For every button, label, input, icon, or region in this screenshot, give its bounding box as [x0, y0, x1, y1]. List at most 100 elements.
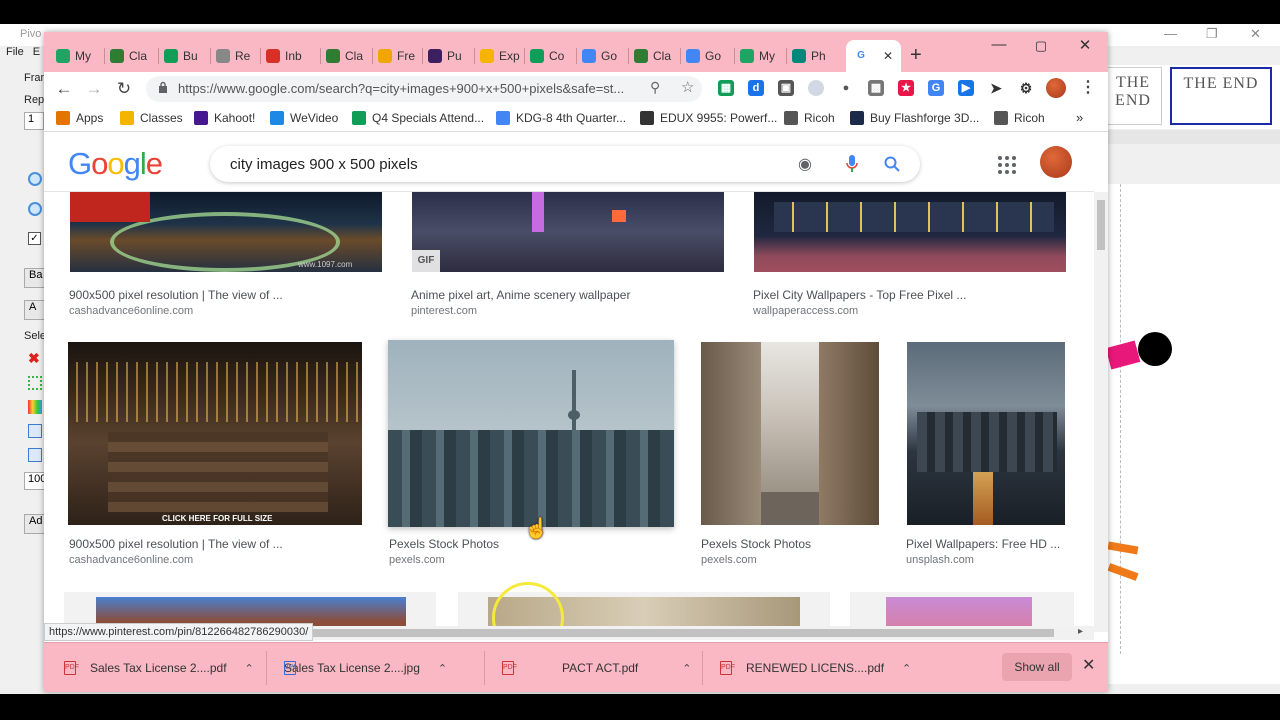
zoom-field[interactable]: 100 — [24, 472, 46, 490]
minimize-icon[interactable]: — — [1164, 26, 1177, 41]
tab[interactable]: Cla — [326, 44, 363, 68]
zoom-extension-icon[interactable]: ▶ — [958, 80, 974, 96]
bookmark-item[interactable]: Buy Flashforge 3D... — [850, 111, 979, 125]
minimize-icon[interactable]: — — [984, 36, 1014, 53]
result-source[interactable]: wallpaperaccess.com — [753, 305, 858, 317]
result-image-hovered[interactable] — [388, 340, 674, 527]
result-caption[interactable]: Pexels Stock Photos — [701, 537, 811, 551]
show-all-button[interactable]: Show all — [1002, 653, 1072, 681]
search-box[interactable]: city images 900 x 500 pixels ◉ — [210, 146, 920, 182]
bookmark-star-icon[interactable]: ☆ — [681, 78, 694, 96]
result-source[interactable]: pexels.com — [701, 554, 757, 566]
bookmark-item[interactable]: Q4 Specials Attend... — [352, 111, 484, 125]
bookmark-item[interactable]: Apps — [56, 111, 103, 125]
bookmark-item[interactable]: Classes — [120, 111, 183, 125]
search-icon[interactable] — [884, 156, 900, 172]
bookmark-item[interactable]: Kahoot! — [194, 111, 255, 125]
tab[interactable]: Re — [216, 44, 250, 68]
tab[interactable]: Ph — [792, 44, 826, 68]
result-source[interactable]: pinterest.com — [411, 305, 477, 317]
tab[interactable]: Cla — [110, 44, 147, 68]
search-icon[interactable]: ⚲ — [650, 79, 660, 96]
stick-figure-body[interactable] — [1105, 340, 1141, 370]
result-image[interactable] — [754, 192, 1066, 272]
frame-scrollbar[interactable] — [1108, 130, 1280, 144]
vertical-scrollbar[interactable] — [1094, 192, 1108, 632]
result-source[interactable]: unsplash.com — [906, 554, 974, 566]
color-icon[interactable] — [28, 400, 42, 414]
tab[interactable]: Exp — [480, 44, 520, 68]
bookmark-item[interactable]: KDG-8 4th Quarter... — [496, 111, 626, 125]
tab[interactable]: Pu — [428, 44, 462, 68]
close-window-icon[interactable]: ✕ — [1070, 36, 1100, 54]
close-downloads-icon[interactable]: ✕ — [1082, 655, 1095, 675]
chevron-up-icon[interactable]: ⌃ — [245, 662, 254, 675]
microphone-extension-icon[interactable]: ● — [838, 80, 854, 96]
result-caption[interactable]: Pexels Stock Photos — [389, 537, 499, 551]
stick-figure-head[interactable] — [1138, 332, 1172, 366]
menu-kebab-icon[interactable]: ⋮ — [1080, 80, 1096, 96]
bookmark-item[interactable]: Ricoh — [994, 111, 1045, 125]
tab[interactable]: Fre — [378, 44, 415, 68]
menu-file[interactable]: File — [6, 46, 24, 58]
screenshot-extension-icon[interactable]: ▣ — [778, 80, 794, 96]
bookmark-item[interactable]: EDUX 9955: Powerf... — [640, 111, 777, 125]
copy-icon[interactable] — [28, 424, 42, 438]
maximize-icon[interactable]: ▢ — [1026, 38, 1056, 54]
close-icon[interactable]: ✕ — [1250, 26, 1261, 42]
result-caption[interactable]: 900x500 pixel resolution | The view of .… — [69, 537, 283, 551]
cast-extension-icon[interactable]: ▩ — [868, 80, 884, 96]
circle-extension-icon[interactable] — [808, 80, 824, 96]
scroll-right-icon[interactable]: ▸ — [1078, 626, 1083, 637]
menu-edit[interactable]: E — [33, 46, 40, 58]
address-bar[interactable]: https://www.google.com/search?q=city+ima… — [146, 76, 702, 102]
pivot-canvas[interactable] — [1105, 184, 1280, 684]
result-image[interactable] — [907, 342, 1065, 525]
stick-figure-leg[interactable] — [1107, 541, 1139, 555]
tab[interactable]: Co — [530, 44, 564, 68]
frame-thumbnail-selected[interactable]: THE END — [1170, 67, 1272, 125]
play-icon[interactable] — [28, 172, 42, 186]
google-apps-icon[interactable] — [998, 156, 1016, 174]
cursor-extension-icon[interactable]: ➤ — [988, 80, 1004, 96]
result-image[interactable]: CLICK HERE FOR FULL SIZE — [68, 342, 362, 525]
chevron-up-icon[interactable]: ⌃ — [438, 662, 447, 675]
download-item[interactable]: PDF Sales Tax License 2....pdf ⌃ — [64, 657, 254, 679]
tab[interactable]: Cla — [634, 44, 671, 68]
result-caption[interactable]: 900x500 pixel resolution | The view of .… — [69, 288, 283, 302]
repeat-field[interactable]: 1 — [24, 112, 44, 130]
tab-active[interactable]: G ✕ — [846, 40, 902, 72]
result-image[interactable]: GIF — [412, 192, 724, 272]
stop-icon[interactable] — [28, 202, 42, 216]
result-caption[interactable]: Pixel Wallpapers: Free HD ... — [906, 537, 1060, 551]
result-caption[interactable]: Pixel City Wallpapers - Top Free Pixel .… — [753, 288, 966, 302]
restore-icon[interactable]: ❐ — [1206, 26, 1218, 42]
scrollbar-thumb[interactable] — [1097, 200, 1105, 250]
delete-icon[interactable]: ✖ — [28, 350, 40, 367]
tab[interactable]: Bu — [164, 44, 198, 68]
download-item[interactable]: PDF PACT ACT.pdf ⌃ — [502, 657, 691, 679]
avatar[interactable] — [1040, 146, 1072, 178]
download-item[interactable]: PDF RENEWED LICENS....pdf ⌃ — [720, 657, 911, 679]
forward-icon[interactable]: → — [82, 77, 106, 101]
chevron-up-icon[interactable]: ⌃ — [902, 662, 911, 675]
scrollbar-thumb[interactable] — [184, 629, 1054, 637]
result-source[interactable]: cashadvance6online.com — [69, 554, 193, 566]
bookmark-item[interactable]: Ricoh — [784, 111, 835, 125]
stick-figure-leg[interactable] — [1107, 563, 1139, 581]
bookmark-item[interactable]: WeVideo — [270, 111, 338, 125]
tab[interactable]: Go — [686, 44, 721, 68]
profile-avatar-icon[interactable] — [1046, 78, 1066, 98]
result-image[interactable]: www.1097.com — [70, 192, 382, 272]
network-extension-icon[interactable]: ★ — [898, 80, 914, 96]
checkbox-icon[interactable]: ✓ — [28, 232, 41, 245]
tab[interactable]: Go — [582, 44, 617, 68]
paste-icon[interactable] — [28, 448, 42, 462]
chevron-up-icon[interactable]: ⌃ — [682, 662, 691, 675]
sheets-extension-icon[interactable]: ▦ — [718, 80, 734, 96]
result-source[interactable]: pexels.com — [389, 554, 445, 566]
frame-thumbnail[interactable]: THE END — [1104, 67, 1162, 125]
tab[interactable]: My — [56, 44, 91, 68]
tab[interactable]: My — [740, 44, 775, 68]
docs-extension-icon[interactable]: d — [748, 80, 764, 96]
